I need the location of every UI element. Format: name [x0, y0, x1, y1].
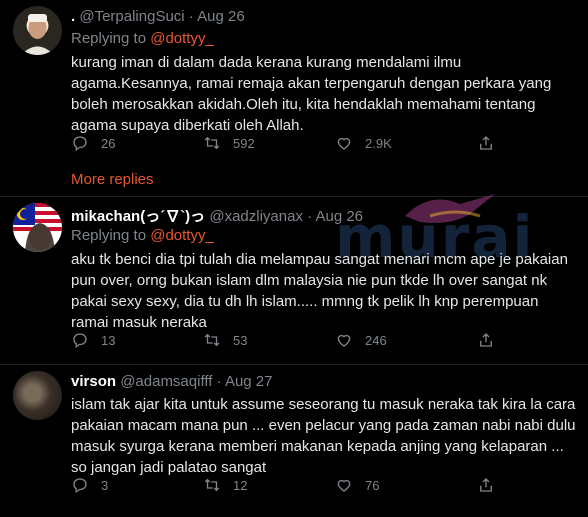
tweet-text: kurang iman di dalam dada kerana kurang … — [71, 54, 552, 134]
more-replies-link[interactable]: More replies — [71, 171, 154, 188]
reply-icon — [73, 333, 87, 349]
like-button[interactable]: 76 — [335, 476, 379, 494]
retweet-icon — [204, 136, 220, 150]
replying-label: Replying to — [71, 30, 147, 47]
tweet-header: virson @adamsaqifff · Aug 27 — [71, 373, 272, 390]
timestamp[interactable]: Aug 27 — [225, 373, 273, 390]
replying-label: Replying to — [71, 227, 147, 244]
share-icon — [480, 333, 492, 347]
share-button[interactable] — [477, 476, 507, 494]
reply-button[interactable]: 3 — [71, 476, 108, 494]
share-button[interactable] — [477, 134, 507, 152]
retweet-count: 12 — [233, 477, 248, 493]
avatar[interactable] — [13, 6, 62, 55]
display-name[interactable]: . — [71, 8, 75, 25]
tweet-header: mikachan(っ´∇`)っ @xadzliyanax · Aug 26 — [71, 205, 363, 226]
retweet-icon — [204, 333, 220, 347]
tweet-header: . @TerpalingSuci · Aug 26 — [71, 8, 245, 25]
reply-button[interactable]: 13 — [71, 331, 115, 349]
reply-count: 13 — [101, 332, 116, 348]
username[interactable]: @xadzliyanax — [209, 208, 303, 225]
mention-link[interactable]: @dottyy_ — [150, 227, 214, 244]
reply-icon — [73, 478, 87, 494]
separator: · — [216, 373, 222, 390]
tweet-actions: 13 53 246 — [71, 331, 501, 355]
retweet-icon — [204, 478, 220, 492]
retweet-button[interactable]: 592 — [203, 134, 255, 152]
timestamp[interactable]: Aug 26 — [197, 8, 245, 25]
separator: · — [307, 208, 313, 225]
tweet-text: islam tak ajar kita untuk assume seseora… — [71, 396, 576, 476]
bird-logo-icon — [405, 194, 495, 223]
tweet-actions: 26 592 2.9K — [71, 134, 501, 158]
replying-to: Replying to @dottyy_ — [71, 227, 214, 244]
reply-button[interactable]: 26 — [71, 134, 115, 152]
avatar[interactable] — [13, 203, 62, 252]
like-icon — [337, 334, 351, 347]
share-button[interactable] — [477, 331, 507, 349]
replying-to: Replying to @dottyy_ — [71, 30, 214, 47]
username[interactable]: @adamsaqifff — [120, 373, 212, 390]
tweet-text: aku tk benci dia tpi tulah dia melampau … — [71, 251, 568, 331]
retweet-count: 53 — [233, 332, 248, 348]
timestamp[interactable]: Aug 26 — [315, 208, 363, 225]
reply-icon — [73, 136, 87, 152]
like-icon — [337, 479, 351, 492]
tweet-actions: 3 12 76 — [71, 476, 501, 500]
share-icon — [480, 136, 492, 150]
like-count: 2.9K — [365, 135, 392, 151]
display-name[interactable]: mikachan(っ´∇`)っ — [71, 208, 205, 225]
separator: · — [188, 8, 194, 25]
like-button[interactable]: 246 — [335, 331, 387, 349]
mention-link[interactable]: @dottyy_ — [150, 30, 214, 47]
reply-count: 3 — [101, 477, 109, 493]
retweet-button[interactable]: 53 — [203, 331, 247, 349]
share-icon — [480, 478, 492, 492]
username[interactable]: @TerpalingSuci — [79, 8, 184, 25]
retweet-button[interactable]: 12 — [203, 476, 247, 494]
like-count: 246 — [365, 332, 387, 348]
retweet-count: 592 — [233, 135, 255, 151]
display-name[interactable]: virson — [71, 373, 116, 390]
avatar[interactable] — [13, 371, 62, 420]
like-icon — [337, 137, 351, 150]
like-count: 76 — [365, 477, 380, 493]
divider — [0, 364, 588, 365]
reply-count: 26 — [101, 135, 116, 151]
like-button[interactable]: 2.9K — [335, 134, 392, 152]
